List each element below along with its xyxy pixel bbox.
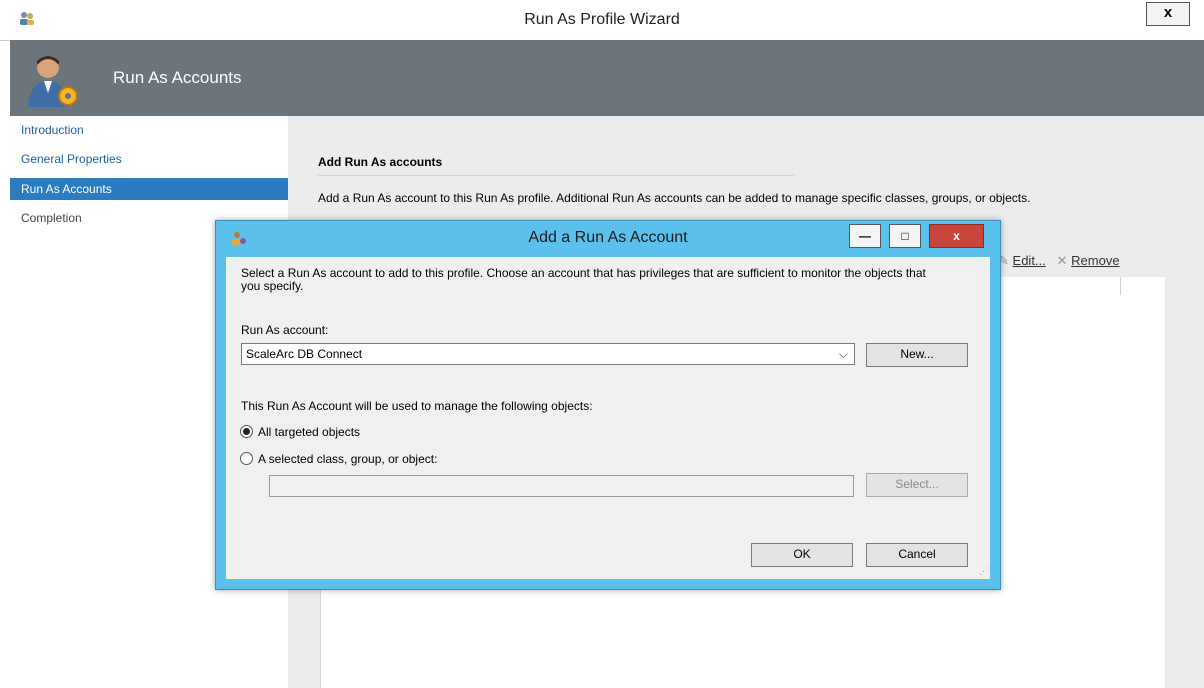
radio-selected-label: A selected class, group, or object: — [258, 452, 438, 466]
dialog-minimize-button[interactable]: — — [849, 224, 881, 248]
radio-button[interactable] — [240, 452, 253, 465]
remove-button[interactable]: Remove — [1071, 253, 1119, 268]
resize-grip-icon[interactable]: ⋰ — [979, 566, 988, 577]
radio-all-targeted-objects[interactable]: All targeted objects — [240, 425, 360, 439]
dialog-title: Add a Run As Account — [528, 229, 688, 246]
wizard-header-title: Run As Accounts — [113, 68, 242, 87]
select-object-button: Select... — [866, 473, 968, 497]
window-close-button[interactable]: x — [1146, 2, 1190, 26]
run-as-account-icon — [28, 56, 78, 107]
list-column-divider — [1120, 277, 1121, 295]
nav-item-general-properties[interactable]: General Properties — [10, 148, 290, 170]
new-account-button[interactable]: New... — [866, 343, 968, 367]
pane-description: Add a Run As account to this Run As prof… — [318, 191, 1031, 205]
run-as-account-label: Run As account: — [241, 323, 329, 337]
window-titlebar[interactable]: Run As Profile Wizard x — [0, 0, 1204, 41]
radio-button-selected[interactable] — [240, 425, 253, 438]
objects-label: This Run As Account will be used to mana… — [241, 399, 593, 413]
remove-icon: ✕ — [1056, 253, 1068, 268]
radio-all-label: All targeted objects — [258, 425, 361, 439]
cancel-button[interactable]: Cancel — [866, 543, 968, 567]
wizard-header: Run As Accounts — [10, 40, 1204, 116]
dialog-maximize-button[interactable]: □ — [889, 224, 921, 248]
accounts-toolbar: ✎ Edit... ✕ Remove — [998, 253, 1120, 269]
run-as-account-value: ScaleArc DB Connect — [246, 347, 363, 361]
window-title: Run As Profile Wizard — [524, 11, 680, 28]
chevron-down-icon[interactable]: ⌵ — [839, 344, 848, 364]
ok-button[interactable]: OK — [751, 543, 853, 567]
run-as-profile-wizard-window: Run As Profile Wizard x Run As Accounts … — [0, 0, 1204, 688]
nav-item-run-as-accounts[interactable]: Run As Accounts — [10, 178, 290, 200]
edit-button[interactable]: Edit... — [1013, 253, 1046, 268]
radio-selected-object[interactable]: A selected class, group, or object: — [240, 452, 437, 466]
run-as-account-select[interactable]: ScaleArc DB Connect ⌵ — [241, 343, 855, 365]
add-run-as-account-dialog: Add a Run As Account — □ x Select a Run … — [215, 220, 1001, 590]
dialog-description: Select a Run As account to add to this p… — [241, 266, 926, 293]
heading-divider — [318, 175, 794, 176]
pane-heading: Add Run As accounts — [318, 155, 443, 169]
nav-item-introduction[interactable]: Introduction — [10, 119, 290, 141]
selected-object-field — [269, 475, 854, 497]
dialog-close-button[interactable]: x — [929, 224, 984, 248]
dialog-body: Select a Run As account to add to this p… — [226, 257, 990, 579]
